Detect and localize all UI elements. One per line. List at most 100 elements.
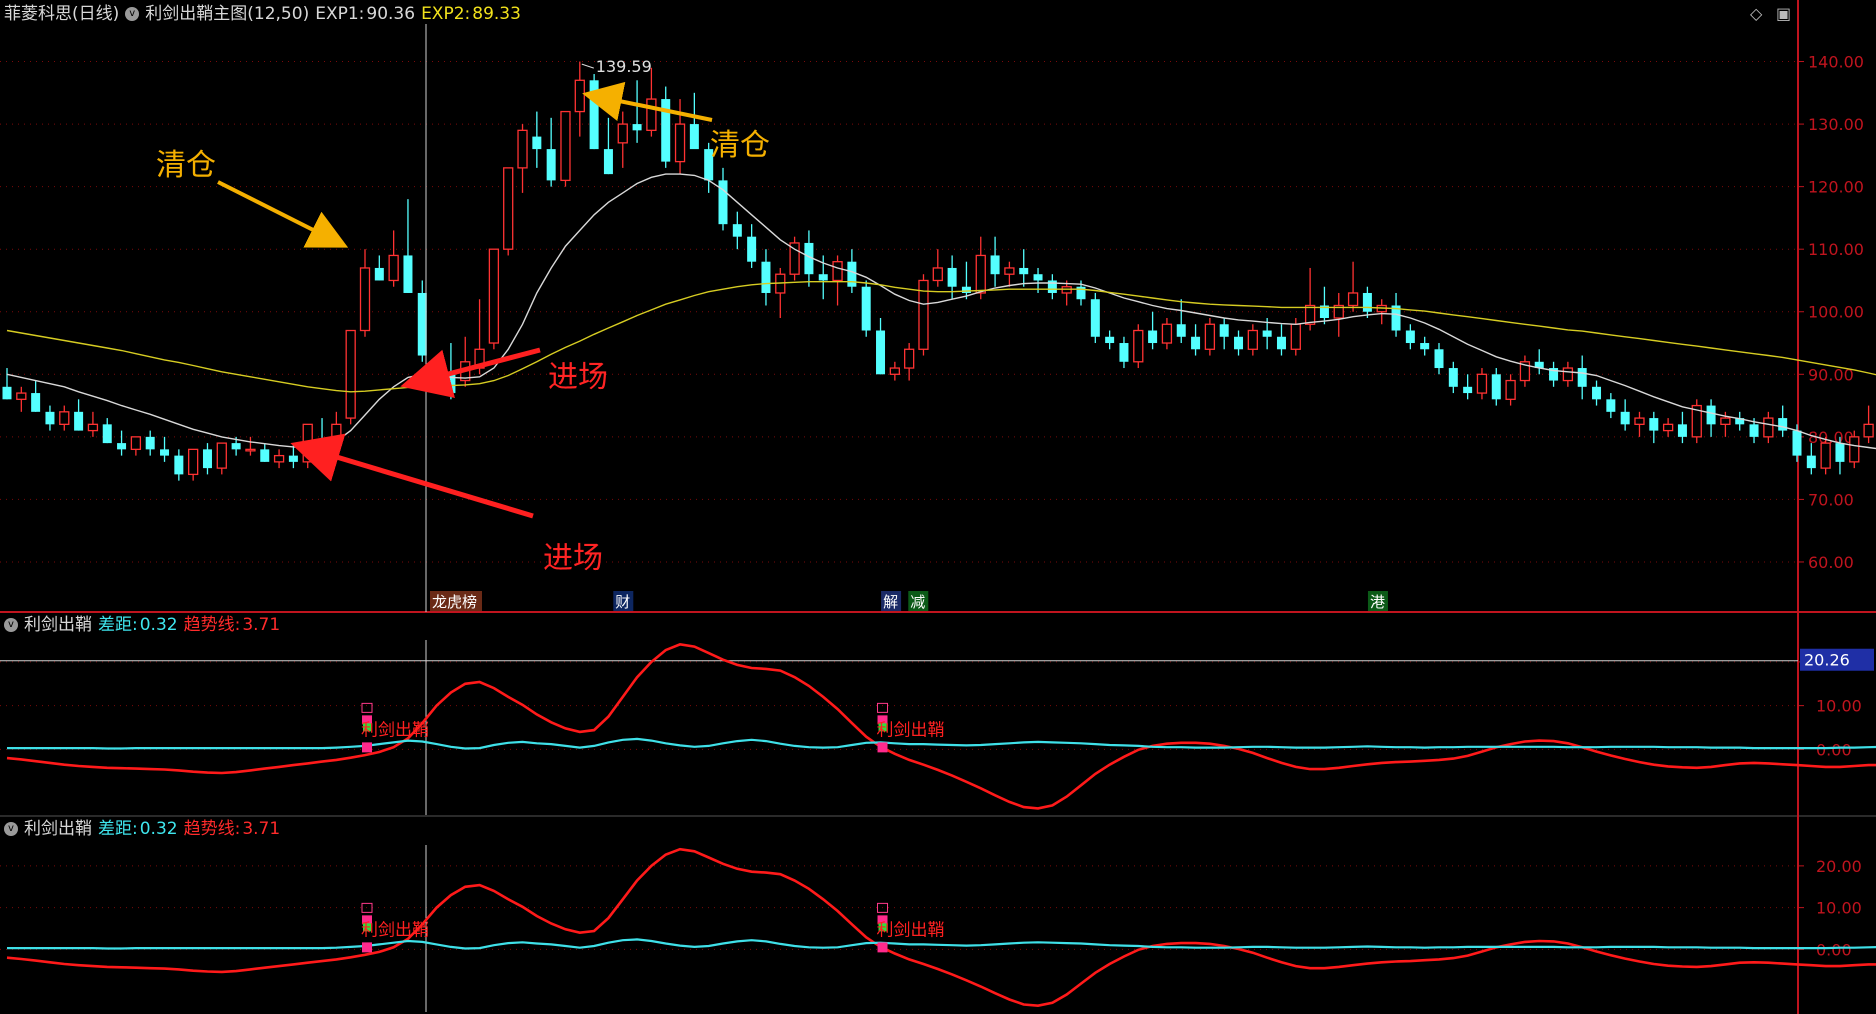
candle-up [904, 348, 915, 369]
crosshair-value: 20.26 [1804, 651, 1850, 670]
collapse-icon[interactable]: v [125, 7, 140, 21]
candle-up [1763, 417, 1774, 438]
clear-annotation-1: 清仓 [156, 148, 216, 183]
candle-up [1004, 267, 1015, 275]
y-tick-label: 100.00 [1808, 303, 1864, 322]
candle-down [1090, 299, 1100, 337]
candle-down [747, 236, 757, 262]
candle-down [603, 149, 613, 175]
candle-up [1133, 329, 1144, 363]
candle-up [1863, 423, 1874, 438]
candle-down [288, 455, 298, 462]
candle-down [1577, 368, 1587, 387]
event-marker-label[interactable]: 解 [883, 593, 898, 611]
candle-down [876, 330, 886, 375]
candle-down [546, 149, 556, 181]
sub1-trend-label: 趋势线: [183, 615, 241, 635]
price-extreme-label: 139.59 [596, 57, 652, 76]
entry-annotation-2: 进场 [543, 541, 603, 576]
candle-down [1420, 343, 1430, 350]
candle-down [160, 449, 170, 456]
event-marker-label[interactable]: 港 [1370, 593, 1385, 611]
candle-up [359, 267, 371, 332]
candle-down [1219, 324, 1229, 337]
candle-up [1820, 442, 1831, 469]
candle-down [432, 361, 442, 375]
stock-chart[interactable]: 140.00130.00120.00110.00100.0090.0080.00… [0, 0, 1876, 1014]
y-tick-label: 110.00 [1808, 240, 1864, 259]
sub1-name: 利剑出鞘 [24, 615, 92, 635]
candle-down [31, 393, 41, 412]
candle-down [761, 261, 771, 293]
exp2-line [6, 281, 1876, 393]
candle-down [374, 267, 384, 281]
collapse-icon[interactable]: v [4, 822, 18, 836]
y-tick-label: 0.00 [1816, 940, 1852, 959]
candle-down [74, 411, 84, 431]
candle-up [932, 267, 943, 282]
candle-up [302, 423, 313, 463]
candle-up [388, 254, 399, 282]
candle-up [130, 436, 142, 451]
signal-box-top [877, 702, 889, 713]
signal-label: 利剑出鞘 [361, 720, 429, 740]
candle-down [260, 449, 270, 462]
candle-down [417, 292, 427, 356]
candle-up [1662, 423, 1674, 432]
candle-up [503, 167, 514, 250]
diamond-icon[interactable]: ◇ [1750, 4, 1762, 23]
candle-down [1019, 267, 1029, 275]
y-tick-label: 20.00 [1816, 857, 1862, 876]
y-tick-label: 0.00 [1816, 740, 1852, 759]
exp1-line [6, 173, 1876, 450]
candle-down [1677, 424, 1687, 437]
candle-up [273, 454, 285, 463]
candle-down [990, 255, 1000, 275]
collapse-icon[interactable]: v [4, 618, 18, 632]
candle-up [245, 448, 256, 452]
candle-up [1505, 379, 1516, 400]
y-tick-label: 70.00 [1808, 490, 1854, 509]
signal-box-lower [362, 942, 372, 953]
candle-up [1562, 367, 1574, 382]
indicator-name: 利剑出鞘主图(12,50) [145, 4, 310, 24]
y-tick-label: 10.00 [1816, 899, 1862, 918]
candle-down [847, 261, 857, 287]
sub2-header: v 利剑出鞘 差距: 0.32 趋势线: 3.71 [4, 818, 286, 840]
sub1-trend-value: 3.71 [242, 615, 281, 635]
candle-up [674, 123, 686, 163]
signal-label: 利剑出鞘 [877, 720, 945, 740]
candle-up [889, 367, 900, 375]
signal-label: 利剑出鞘 [361, 920, 429, 940]
candle-down [1191, 336, 1201, 350]
event-marker-label[interactable]: 龙虎榜 [432, 593, 477, 611]
candle-down [947, 267, 957, 287]
candle-down [1592, 386, 1602, 400]
candle-up [87, 423, 99, 432]
event-marker-label[interactable]: 减 [910, 593, 925, 611]
sub2-gap-label: 差距: [98, 819, 138, 839]
candle-down [1792, 430, 1802, 456]
candle-down [1434, 349, 1444, 369]
exp2-value: 89.33 [472, 4, 521, 24]
candle-up [1849, 436, 1860, 463]
candle-down [1706, 405, 1716, 425]
candle-down [861, 286, 871, 331]
exp1-label: EXP1: [315, 4, 365, 24]
candle-down [818, 274, 828, 281]
candle-up [560, 110, 571, 182]
y-tick-label: 140.00 [1808, 53, 1864, 72]
candle-down [1448, 368, 1458, 387]
candle-down [1463, 386, 1473, 394]
candle-up [1476, 373, 1488, 394]
exp2-label: EXP2: [421, 4, 471, 24]
signal-label: 利剑出鞘 [877, 920, 945, 940]
entry-annotation-1: 进场 [548, 360, 608, 395]
clear-arrow-1 [217, 180, 349, 248]
candle-down [1262, 330, 1272, 337]
candle-up [345, 329, 356, 419]
window-menu-icon[interactable]: ▣ [1776, 4, 1791, 23]
candle-down [102, 424, 112, 444]
candle-up [1720, 417, 1731, 425]
event-marker-label[interactable]: 财 [615, 593, 630, 611]
